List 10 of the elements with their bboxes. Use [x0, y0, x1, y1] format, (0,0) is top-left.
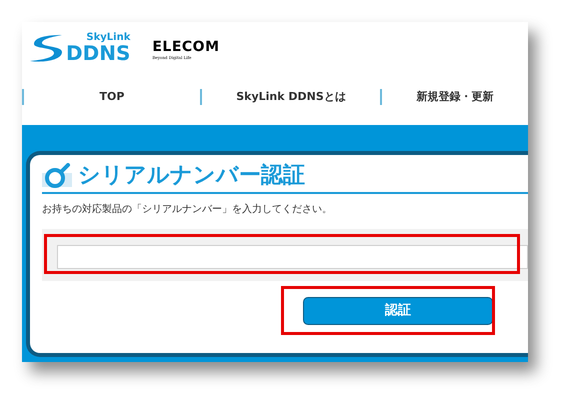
instruction-text: お持ちの対応製品の「シリアルナンバー」を入力してください。	[42, 202, 333, 217]
logo-title: DDNS	[66, 43, 130, 63]
brand-logo: ELECOM	[152, 40, 220, 54]
magnifier-icon	[42, 163, 72, 189]
page-title: シリアルナンバー認証	[78, 165, 305, 187]
nav-link[interactable]: SkyLink DDNSとは	[236, 88, 346, 106]
logo-subtitle: SkyLink	[86, 33, 130, 43]
serial-number-field[interactable]	[57, 245, 528, 269]
nav-link[interactable]: TOP	[100, 88, 124, 106]
nav-link[interactable]: 新規登録・更新	[416, 88, 494, 106]
